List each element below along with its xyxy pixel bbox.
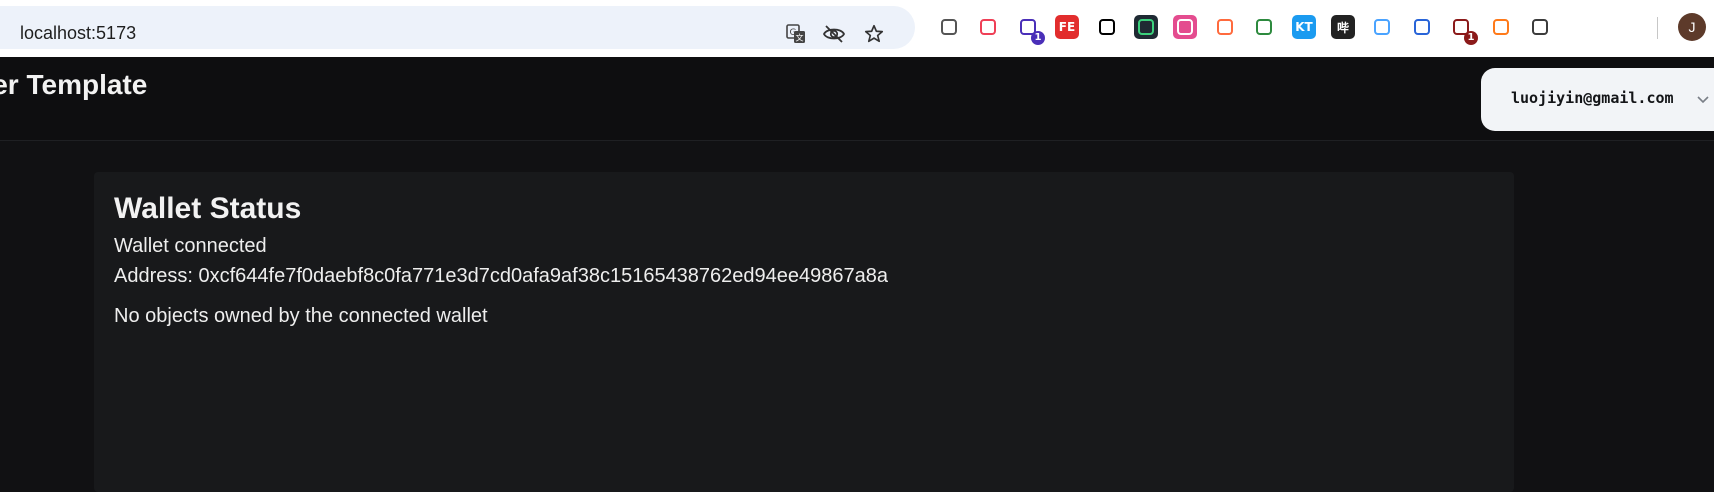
pocket-icon-shape: [980, 19, 996, 35]
globe-download-icon[interactable]: [1252, 15, 1276, 39]
puzzle-icon-shape: [1532, 19, 1548, 35]
pocket-icon[interactable]: [976, 15, 1000, 39]
translate-ext-icon[interactable]: [1173, 15, 1197, 39]
globe-download-icon-shape: [1256, 19, 1272, 35]
objects-empty-message: No objects owned by the connected wallet: [114, 305, 488, 327]
kt-icon[interactable]: KT: [1292, 15, 1316, 39]
lightning-icon[interactable]: [1489, 15, 1513, 39]
scissors-icon[interactable]: [1410, 15, 1434, 39]
terminal-icon-shape: [1138, 19, 1154, 35]
droplet-icon-shape: [1374, 19, 1390, 35]
lightning-icon-shape: [1493, 19, 1509, 35]
account-label: luojiyin@gmail.com: [1511, 89, 1674, 107]
page-title: rter Template: [0, 69, 148, 100]
bubbles-icon-shape: [1217, 19, 1233, 35]
bitwarden-icon-shape: [941, 19, 957, 35]
wallet-status-card: Wallet Status Wallet connected Address: …: [94, 172, 1514, 492]
bubbles-icon[interactable]: [1213, 15, 1237, 39]
wallet-connected-text: Wallet connected: [114, 235, 267, 257]
url-text[interactable]: localhost:5173: [20, 23, 136, 44]
wallet-status-title: Wallet Status: [114, 192, 302, 225]
glasses-icon-shape: [1099, 19, 1115, 35]
extension-badge: 1: [1031, 31, 1045, 45]
translate-icon[interactable]: G 文: [782, 20, 810, 48]
bitwarden-icon[interactable]: [937, 15, 961, 39]
address-bar[interactable]: i localhost:5173 G 文: [0, 6, 915, 49]
browser-toolbar: i localhost:5173 G 文 1 FE KT 哔 1 J: [0, 0, 1714, 57]
toolbar-separator: [1657, 17, 1658, 39]
svg-text:文: 文: [796, 33, 804, 43]
star-icon[interactable]: [860, 20, 888, 48]
droplet-icon[interactable]: [1370, 15, 1394, 39]
profile-avatar[interactable]: J: [1678, 13, 1706, 41]
terminal-icon[interactable]: [1134, 15, 1158, 39]
fe-helper-icon[interactable]: FE: [1055, 15, 1079, 39]
scissors-icon-shape: [1414, 19, 1430, 35]
shield-icon[interactable]: 1: [1449, 15, 1478, 45]
main-content: Wallet Status Wallet connected Address: …: [0, 141, 1714, 492]
bilibili-icon[interactable]: 哔: [1331, 15, 1355, 39]
translate-ext-icon-shape: [1177, 19, 1193, 35]
chevron-down-icon: [1695, 91, 1711, 107]
extension-badge: 1: [1464, 31, 1478, 45]
app-header: rter Template: [0, 57, 1714, 141]
eye-off-icon[interactable]: [820, 20, 848, 48]
wallet-address-text: Address: 0xcf644fe7f0daebf8c0fa771e3d7cd…: [114, 265, 889, 287]
puzzle-icon[interactable]: [1528, 15, 1552, 39]
account-button[interactable]: luojiyin@gmail.com: [1481, 68, 1714, 131]
graduation-cap-icon[interactable]: 1: [1016, 15, 1045, 45]
glasses-icon[interactable]: [1095, 15, 1119, 39]
